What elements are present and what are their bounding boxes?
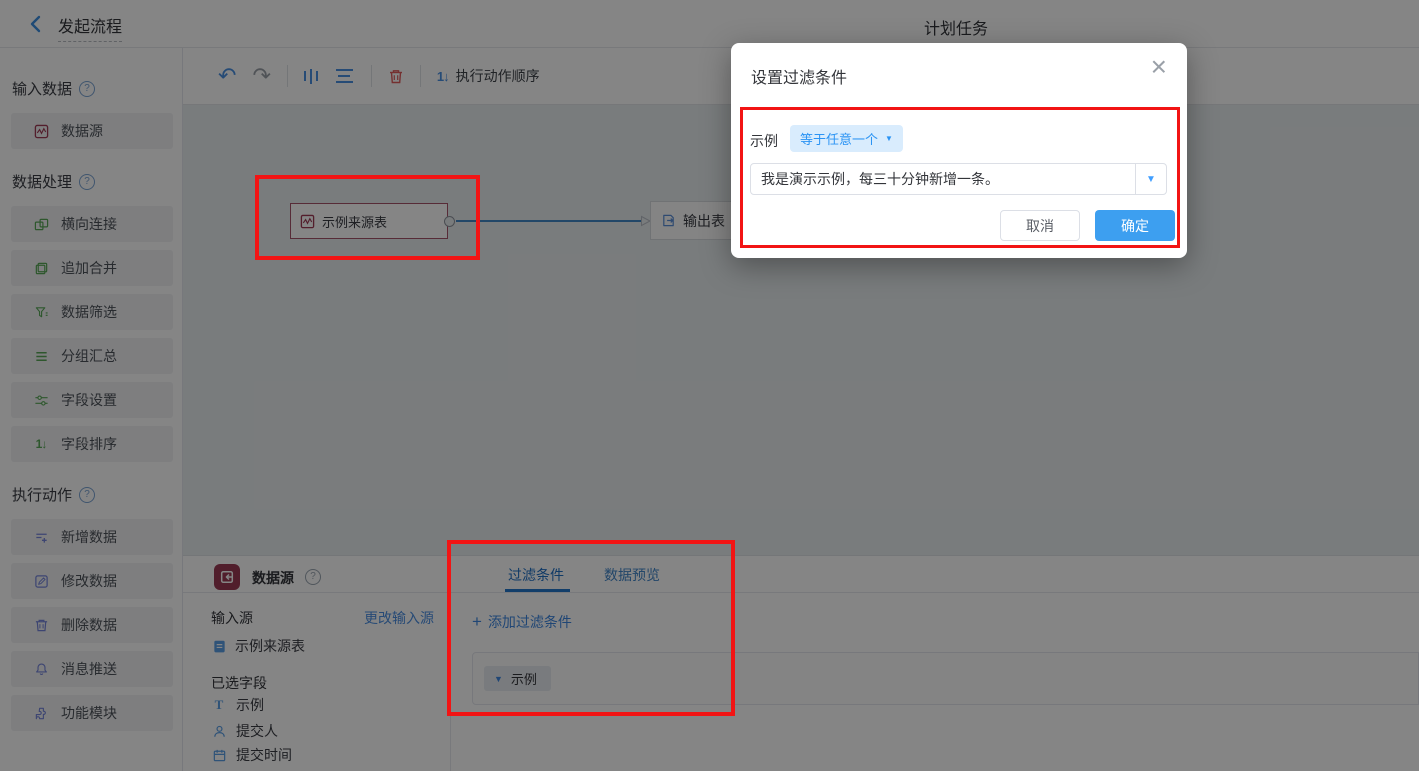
- modal-backdrop: [0, 0, 1419, 771]
- value-select-text: 我是演示示例，每三十分钟新增一条。: [761, 171, 999, 187]
- value-select[interactable]: 我是演示示例，每三十分钟新增一条。 ▼: [750, 163, 1167, 195]
- modal-title: 设置过滤条件: [751, 70, 848, 87]
- modal-field-label: 示例: [750, 133, 778, 149]
- cancel-button[interactable]: 取消: [1000, 210, 1080, 241]
- caret-down-icon: ▼: [885, 134, 893, 143]
- operator-dropdown[interactable]: 等于任意一个 ▼: [790, 125, 903, 152]
- operator-label: 等于任意一个: [800, 132, 879, 147]
- filter-condition-modal: 设置过滤条件 × 示例 等于任意一个 ▼ 我是演示示例，每三十分钟新增一条。 ▼…: [731, 43, 1187, 258]
- confirm-button[interactable]: 确定: [1095, 210, 1175, 241]
- caret-down-icon: ▼: [1146, 173, 1156, 185]
- close-icon[interactable]: ×: [1151, 53, 1167, 81]
- value-select-button[interactable]: ▼: [1135, 164, 1166, 194]
